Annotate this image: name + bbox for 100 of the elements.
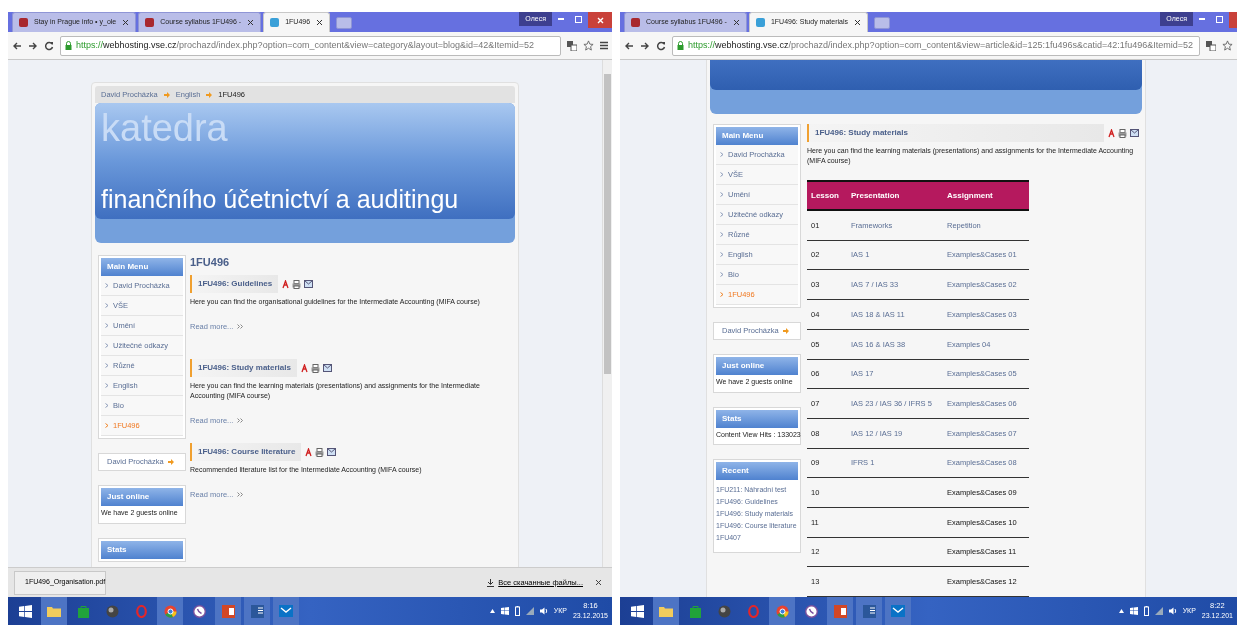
address-field[interactable]: https://webhosting.vse.cz/prochazd/index.php?option=com_content&view=category&layout=blog&id=42&Itemid=52 <box>60 35 561 56</box>
double-chevron-icon <box>237 324 245 330</box>
close-icon[interactable] <box>247 19 255 26</box>
address-field[interactable]: https://webhosting.vse.cz/prochazd/index.php?option=com_content&view=article&id=125:1fu496s&catid=42:1fu496&Itemid=52 <box>672 35 1200 56</box>
chevron-icon <box>720 292 724 298</box>
module-header: Just online <box>101 488 183 506</box>
close-icon[interactable] <box>854 19 861 26</box>
double-chevron-icon <box>237 418 245 424</box>
document-app-button[interactable] <box>244 597 270 625</box>
sphere-icon <box>717 604 731 618</box>
minimize-icon <box>558 18 564 20</box>
caret-up-icon[interactable] <box>1118 609 1124 613</box>
print-icon[interactable] <box>292 279 302 289</box>
chevron-icon <box>105 403 109 408</box>
speaker-icon[interactable] <box>539 607 548 615</box>
banner-subtitle: finančního účetnictví a auditingu <box>101 184 460 215</box>
pdf-icon[interactable] <box>305 447 313 457</box>
signal-icon[interactable] <box>525 607 534 615</box>
phone-bubble-icon <box>804 604 818 618</box>
envelope-icon <box>279 605 293 617</box>
reload-icon[interactable] <box>44 40 54 51</box>
presentation-app-icon <box>221 604 235 618</box>
chevron-icon <box>105 423 109 428</box>
sphere-icon <box>105 604 119 618</box>
close-button[interactable] <box>588 12 612 28</box>
back-icon[interactable] <box>12 40 22 51</box>
lock-icon <box>65 41 72 50</box>
chevron-icon <box>105 303 109 308</box>
article-title[interactable]: 1FU496: Study materials <box>807 124 1104 143</box>
flag-icon[interactable] <box>1129 607 1138 615</box>
shopping-bag-icon <box>689 604 701 618</box>
browser-circle-icon <box>775 604 789 618</box>
email-icon[interactable] <box>327 448 337 456</box>
module-header: Main Menu <box>101 258 183 276</box>
mail-button[interactable] <box>273 597 299 625</box>
article-title[interactable]: 1FU496: Guidelines <box>190 275 279 293</box>
folder-icon <box>659 605 673 617</box>
phone-bubble-icon <box>192 604 206 618</box>
module-header: Recent <box>716 462 798 481</box>
arrow-bullet-icon <box>782 328 789 335</box>
close-icon[interactable] <box>732 19 740 26</box>
url-text: https://webhosting.vse.cz/prochazd/index.php?option=com_content&view=category&layout=blog&id=42&Itemid=52 <box>76 38 535 52</box>
url-text: https://webhosting.vse.cz/prochazd/index.php?option=com_content&view=article&id=125:1fu496s&catid=42:1fu496&Itemid=52 <box>688 38 1194 52</box>
email-icon[interactable] <box>322 364 332 372</box>
forward-icon[interactable] <box>28 40 38 51</box>
minimize-icon <box>1199 18 1205 20</box>
pdf-icon[interactable] <box>1108 128 1115 138</box>
restore-icon <box>575 15 583 23</box>
document-app-button[interactable] <box>856 597 882 625</box>
chevron-icon <box>720 212 724 218</box>
back-icon[interactable] <box>624 40 634 51</box>
browser-circle-icon <box>163 604 177 618</box>
battery-icon[interactable] <box>514 606 520 616</box>
lock-icon <box>677 41 684 50</box>
signal-icon[interactable] <box>1154 607 1163 615</box>
email-icon[interactable] <box>304 280 314 288</box>
translate-icon[interactable] <box>567 40 577 51</box>
print-icon[interactable] <box>310 363 320 373</box>
translate-icon[interactable] <box>1206 40 1216 51</box>
email-icon[interactable] <box>1130 129 1139 138</box>
favicon-icon <box>19 18 28 27</box>
print-icon[interactable] <box>1118 128 1127 138</box>
scroll-thumb[interactable] <box>604 74 611 374</box>
mail-button[interactable] <box>885 597 911 625</box>
flag-icon[interactable] <box>500 607 509 615</box>
chevron-icon <box>105 323 109 328</box>
column-header: Presentation <box>850 189 901 202</box>
document-app-icon <box>250 604 264 618</box>
close-icon[interactable] <box>595 579 602 586</box>
chevron-icon <box>720 252 724 258</box>
arrow-bullet-icon <box>206 91 213 98</box>
article-title[interactable]: 1FU496: Study materials <box>190 359 297 377</box>
caret-up-icon[interactable] <box>489 609 495 613</box>
print-icon[interactable] <box>315 447 325 457</box>
chrome-button[interactable] <box>769 597 795 625</box>
close-icon[interactable] <box>316 19 324 26</box>
chevron-icon <box>720 272 724 278</box>
star-icon[interactable] <box>583 40 594 51</box>
favicon-icon <box>631 18 640 27</box>
scrollbar[interactable] <box>602 60 612 567</box>
reload-icon[interactable] <box>656 40 666 51</box>
folder-icon <box>47 605 61 617</box>
speaker-icon[interactable] <box>1168 607 1177 615</box>
battery-icon[interactable] <box>1143 606 1149 616</box>
pdf-icon[interactable] <box>282 279 290 289</box>
chrome-button[interactable] <box>157 597 183 625</box>
article-title[interactable]: 1FU496: Course literature <box>190 443 302 461</box>
pdf-icon[interactable] <box>300 363 308 373</box>
close-icon[interactable] <box>122 19 130 26</box>
chevron-icon <box>720 172 724 178</box>
presentation-app-button[interactable] <box>827 597 853 625</box>
menu-icon[interactable] <box>600 41 608 50</box>
forward-icon[interactable] <box>640 40 650 51</box>
download-icon <box>487 578 495 587</box>
ring-icon <box>135 604 147 618</box>
ring-icon <box>747 604 759 618</box>
arrow-bullet-icon <box>163 91 170 98</box>
star-icon[interactable] <box>1222 40 1233 51</box>
presentation-app-button[interactable] <box>215 597 241 625</box>
page-title: 1FU496 <box>190 255 231 269</box>
